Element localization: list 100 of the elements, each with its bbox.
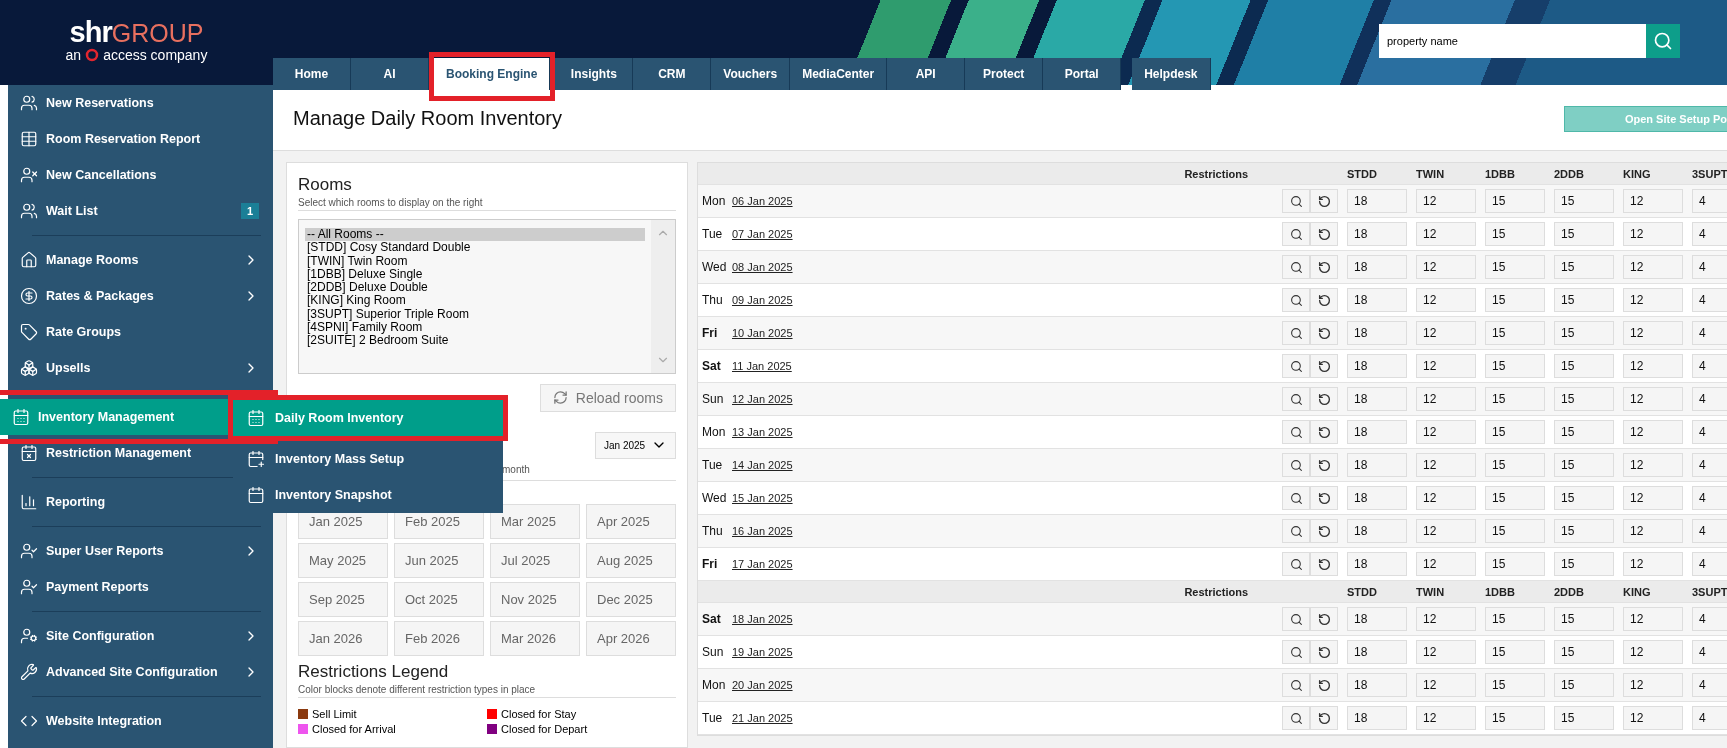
month-button[interactable]: Jul 2025 xyxy=(490,543,580,578)
search-button[interactable] xyxy=(1282,387,1310,411)
room-option[interactable]: [TWIN] Twin Room xyxy=(305,254,645,268)
inventory-input[interactable]: 18 xyxy=(1347,453,1407,477)
date-link[interactable]: 13 Jan 2025 xyxy=(732,426,793,438)
inventory-input[interactable]: 15 xyxy=(1485,387,1545,411)
inventory-input[interactable]: 15 xyxy=(1554,552,1614,576)
inventory-input[interactable]: 12 xyxy=(1623,321,1683,345)
inventory-input[interactable]: 15 xyxy=(1485,189,1545,213)
reset-button[interactable] xyxy=(1310,321,1338,345)
inventory-input[interactable]: 4 xyxy=(1692,321,1727,345)
inventory-input[interactable]: 15 xyxy=(1554,321,1614,345)
search-button[interactable] xyxy=(1282,673,1310,697)
reset-button[interactable] xyxy=(1310,255,1338,279)
inventory-input[interactable]: 12 xyxy=(1623,486,1683,510)
inventory-input[interactable]: 15 xyxy=(1554,607,1614,631)
room-option[interactable]: [STDD] Cosy Standard Double xyxy=(305,241,645,255)
date-link[interactable]: 16 Jan 2025 xyxy=(732,525,793,537)
nav-tab[interactable]: Portal xyxy=(1043,58,1122,90)
inventory-input[interactable]: 12 xyxy=(1623,420,1683,444)
inventory-input[interactable]: 15 xyxy=(1554,453,1614,477)
date-link[interactable]: 11 Jan 2025 xyxy=(732,360,792,372)
month-button[interactable]: Aug 2025 xyxy=(586,543,676,578)
search-button[interactable] xyxy=(1282,354,1310,378)
inventory-input[interactable]: 4 xyxy=(1692,387,1727,411)
room-option[interactable]: [KING] King Room xyxy=(305,294,645,308)
date-link[interactable]: 15 Jan 2025 xyxy=(732,492,793,504)
inventory-input[interactable]: 4 xyxy=(1692,288,1727,312)
inventory-input[interactable]: 4 xyxy=(1692,189,1727,213)
month-select[interactable]: Jan 2025 xyxy=(595,431,676,459)
inventory-input[interactable]: 12 xyxy=(1416,387,1476,411)
inventory-input[interactable]: 15 xyxy=(1485,706,1545,730)
inventory-input[interactable]: 18 xyxy=(1347,354,1407,378)
inventory-input[interactable]: 18 xyxy=(1347,288,1407,312)
sidebar-item[interactable]: Site Configuration xyxy=(8,618,273,654)
inventory-input[interactable]: 15 xyxy=(1485,288,1545,312)
month-button[interactable]: May 2025 xyxy=(298,543,388,578)
nav-tab[interactable]: MediaCenter xyxy=(790,58,888,90)
date-link[interactable]: 20 Jan 2025 xyxy=(732,679,793,691)
date-link[interactable]: 14 Jan 2025 xyxy=(732,459,793,471)
month-button[interactable]: Mar 2025 xyxy=(490,504,580,539)
inventory-input[interactable]: 15 xyxy=(1485,255,1545,279)
reset-button[interactable] xyxy=(1310,673,1338,697)
search-button[interactable] xyxy=(1282,288,1310,312)
reset-button[interactable] xyxy=(1310,706,1338,730)
month-button[interactable]: Apr 2025 xyxy=(586,504,676,539)
inventory-input[interactable]: 15 xyxy=(1485,354,1545,378)
inventory-input[interactable]: 15 xyxy=(1485,607,1545,631)
inventory-input[interactable]: 12 xyxy=(1623,519,1683,543)
inventory-input[interactable]: 12 xyxy=(1623,387,1683,411)
inventory-input[interactable]: 12 xyxy=(1623,255,1683,279)
search-button[interactable] xyxy=(1282,255,1310,279)
reset-button[interactable] xyxy=(1310,354,1338,378)
inventory-input[interactable]: 12 xyxy=(1623,222,1683,246)
inventory-input[interactable]: 18 xyxy=(1347,519,1407,543)
search-button[interactable] xyxy=(1282,189,1310,213)
inventory-input[interactable]: 12 xyxy=(1416,288,1476,312)
inventory-input[interactable]: 15 xyxy=(1554,420,1614,444)
inventory-input[interactable]: 12 xyxy=(1623,288,1683,312)
date-link[interactable]: 09 Jan 2025 xyxy=(732,294,793,306)
inventory-input[interactable]: 12 xyxy=(1623,607,1683,631)
month-button[interactable]: Feb 2026 xyxy=(394,621,484,656)
date-link[interactable]: 12 Jan 2025 xyxy=(732,393,793,405)
inventory-input[interactable]: 15 xyxy=(1554,222,1614,246)
inventory-input[interactable]: 18 xyxy=(1347,640,1407,664)
search-button[interactable] xyxy=(1282,453,1310,477)
sidebar-item[interactable]: Rates & Packages xyxy=(8,278,273,314)
month-button[interactable]: Jan 2026 xyxy=(298,621,388,656)
inventory-input[interactable]: 12 xyxy=(1416,640,1476,664)
sidebar-item[interactable]: Rate Groups xyxy=(8,314,273,350)
inventory-input[interactable]: 15 xyxy=(1554,255,1614,279)
inventory-input[interactable]: 18 xyxy=(1347,486,1407,510)
inventory-input[interactable]: 12 xyxy=(1623,189,1683,213)
inventory-input[interactable]: 12 xyxy=(1416,486,1476,510)
month-button[interactable]: Sep 2025 xyxy=(298,582,388,617)
room-option[interactable]: [2DDB] Deluxe Double xyxy=(305,281,645,295)
inventory-input[interactable]: 15 xyxy=(1554,640,1614,664)
reset-button[interactable] xyxy=(1310,222,1338,246)
inventory-input[interactable]: 12 xyxy=(1623,354,1683,378)
room-option[interactable]: -- All Rooms -- xyxy=(305,228,645,242)
search-button[interactable] xyxy=(1282,552,1310,576)
month-button[interactable]: Dec 2025 xyxy=(586,582,676,617)
inventory-input[interactable]: 4 xyxy=(1692,222,1727,246)
inventory-input[interactable]: 18 xyxy=(1347,387,1407,411)
search-button[interactable] xyxy=(1282,420,1310,444)
date-link[interactable]: 08 Jan 2025 xyxy=(732,261,793,273)
sidebar-item[interactable]: Website Integration xyxy=(8,703,273,739)
reset-button[interactable] xyxy=(1310,640,1338,664)
search-button[interactable] xyxy=(1282,519,1310,543)
inventory-input[interactable]: 12 xyxy=(1416,673,1476,697)
date-link[interactable]: 18 Jan 2025 xyxy=(732,613,793,625)
inventory-input[interactable]: 15 xyxy=(1485,420,1545,444)
date-link[interactable]: 21 Jan 2025 xyxy=(732,712,793,724)
search-button[interactable] xyxy=(1646,24,1680,58)
month-button[interactable]: Jun 2025 xyxy=(394,543,484,578)
inventory-input[interactable]: 15 xyxy=(1554,354,1614,378)
inventory-input[interactable]: 12 xyxy=(1623,640,1683,664)
reset-button[interactable] xyxy=(1310,387,1338,411)
reset-button[interactable] xyxy=(1310,552,1338,576)
month-button[interactable]: Oct 2025 xyxy=(394,582,484,617)
